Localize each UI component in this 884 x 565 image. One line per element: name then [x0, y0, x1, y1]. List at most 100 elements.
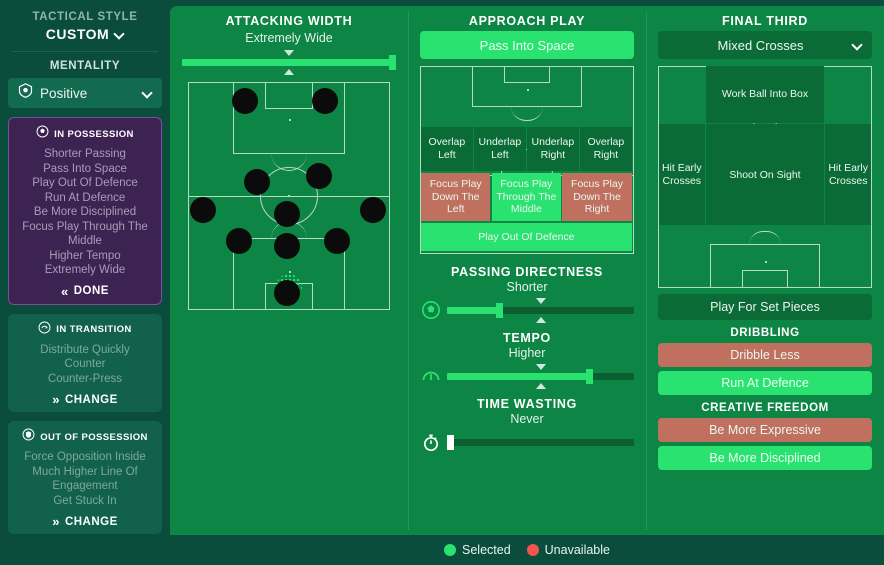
slider-knob[interactable] — [447, 434, 454, 450]
slider-track[interactable] — [447, 297, 634, 323]
slider-track[interactable] — [447, 363, 634, 389]
slider-marker-top — [535, 297, 546, 304]
shield-icon — [18, 83, 33, 103]
slider-fill — [447, 372, 593, 380]
in-transition-change-button[interactable]: » CHANGE — [52, 393, 118, 406]
slider-marker-top — [535, 363, 546, 370]
approach-zone[interactable]: Play Out Of Defence — [421, 223, 632, 252]
slider-title: TIME WASTING — [476, 397, 578, 411]
player-marker[interactable] — [232, 88, 258, 115]
in-possession-done-label: DONE — [73, 285, 109, 297]
slider-track[interactable] — [182, 49, 396, 75]
center-spot — [288, 195, 290, 197]
out-of-possession-header: OUT OF POSSESSION — [22, 428, 148, 446]
slider-control[interactable] — [420, 363, 634, 389]
approach-zone[interactable]: Focus Play Down The Left — [421, 173, 491, 222]
slider-group: TIME WASTING Never — [420, 397, 634, 454]
player-marker[interactable] — [274, 280, 300, 307]
player-marker[interactable] — [360, 196, 386, 223]
approach-zone[interactable]: Focus Play Through The Middle — [491, 173, 562, 222]
ball-icon — [36, 125, 49, 143]
dribbling-title: DRIBBLING — [730, 327, 800, 339]
attacking-width-slider[interactable] — [182, 49, 396, 75]
legend-item-selected: Selected — [444, 543, 511, 557]
play-for-set-pieces-button[interactable]: Play For Set Pieces — [658, 294, 872, 320]
tactics-screen: TACTICAL STYLE CUSTOM MENTALITY Positive… — [0, 0, 884, 565]
list-item: Much Higher Line Of Engagement — [32, 465, 138, 493]
player-marker[interactable] — [226, 228, 252, 255]
approach-zone[interactable]: Underlap Left — [474, 126, 526, 172]
approach-zone[interactable]: Overlap Right — [580, 126, 632, 172]
final-third-zone[interactable]: Shoot On Sight — [705, 124, 825, 226]
in-transition-card: IN TRANSITION Distribute Quickly Counter… — [8, 313, 162, 412]
slider-group: PASSING DIRECTNESS Shorter — [420, 265, 634, 323]
player-marker[interactable] — [274, 201, 300, 228]
mentality-value: Positive — [40, 85, 88, 101]
list-item: Higher Tempo — [49, 249, 121, 262]
attacking-width-title: ATTACKING WIDTH — [225, 14, 353, 28]
player-marker[interactable] — [274, 232, 300, 259]
player-marker[interactable] — [312, 88, 338, 115]
approach-play-panel: APPROACH PLAY Pass Into Space Overlap Le… — [408, 6, 646, 536]
creative-freedom-option[interactable]: Be More Disciplined — [658, 446, 872, 470]
tactical-style-label: TACTICAL STYLE — [32, 11, 138, 23]
six-yard-box-top — [503, 66, 551, 83]
penalty-arc-bottom — [749, 231, 781, 245]
final-third-zone[interactable]: Hit Early Crosses — [825, 124, 871, 226]
chevron-down-icon — [143, 89, 152, 98]
player-marker[interactable] — [190, 196, 216, 223]
slider-track[interactable] — [447, 434, 634, 450]
in-transition-title: IN TRANSITION — [56, 324, 132, 335]
dribbling-options: Dribble Less Run At Defence — [658, 343, 872, 395]
tactical-style-dropdown[interactable]: CUSTOM — [8, 26, 162, 42]
approach-zone[interactable]: Overlap Left — [421, 126, 473, 172]
creative-freedom-option[interactable]: Be More Expressive — [658, 418, 872, 442]
legend-item-unavailable: Unavailable — [526, 543, 610, 557]
approach-zone[interactable]: Focus Play Down The Right — [562, 173, 632, 222]
slider-marker-bottom — [535, 382, 546, 389]
out-of-possession-change-label: CHANGE — [64, 515, 118, 528]
list-item: Shorter Passing — [44, 148, 126, 160]
approach-play-pitch[interactable]: Overlap Left Underlap Left Underlap Right O… — [420, 66, 634, 254]
slider-knob[interactable] — [496, 302, 504, 318]
slider-control[interactable] — [420, 297, 634, 323]
player-marker[interactable] — [244, 169, 270, 196]
final-third-zone[interactable]: Work Ball Into Box — [705, 66, 825, 124]
list-item: Run At Defence — [44, 191, 126, 204]
out-of-possession-change-button[interactable]: » CHANGE — [52, 515, 118, 528]
double-chevron-left-icon: « — [61, 283, 69, 299]
penalty-spot-bottom — [289, 270, 291, 273]
player-marker[interactable] — [306, 162, 332, 189]
slider-control[interactable] — [420, 430, 634, 454]
list-item: Play Out Of Defence — [32, 177, 138, 189]
final-third-zone[interactable]: Hit Early Crosses — [659, 124, 705, 226]
sidebar-divider — [12, 51, 158, 52]
formation-pitch[interactable] — [188, 82, 390, 310]
out-of-possession-card: OUT OF POSSESSION Force Opposition Insid… — [8, 421, 162, 534]
main-content: ATTACKING WIDTH Extremely Wide APPROACH … — [170, 6, 884, 536]
approach-play-selected-button[interactable]: Pass Into Space — [420, 31, 634, 59]
mentality-dropdown[interactable]: Positive — [8, 78, 162, 108]
final-third-pitch[interactable]: Work Ball Into Box Hit Early Crosses Shoot… — [658, 66, 872, 288]
mentality-label: MENTALITY — [49, 60, 121, 72]
legend-bar: Selected Unavailable — [170, 535, 884, 565]
slider-knob[interactable] — [389, 54, 396, 70]
list-item: Get Stuck In — [53, 494, 117, 507]
slider-fill — [447, 306, 504, 314]
approach-zone[interactable]: Underlap Right — [527, 126, 579, 172]
final-third-dropdown[interactable]: Mixed Crosses — [658, 31, 872, 59]
list-item: Force Opposition Inside — [24, 451, 146, 463]
dribbling-option[interactable]: Dribble Less — [658, 343, 872, 367]
slider-knob[interactable] — [585, 368, 593, 384]
slider-marker-bottom — [284, 68, 294, 75]
list-item: Be More Disciplined — [33, 206, 137, 218]
dribbling-option[interactable]: Run At Defence — [658, 371, 872, 395]
in-possession-done-button[interactable]: « DONE — [61, 285, 109, 298]
player-marker[interactable] — [324, 228, 350, 255]
six-yard-box-top — [265, 82, 313, 110]
tactical-style-value: CUSTOM — [45, 26, 110, 42]
legend-dot-selected — [444, 544, 456, 556]
stopwatch-icon — [420, 431, 442, 453]
list-item: Counter-Press — [47, 372, 123, 385]
slider-title: PASSING DIRECTNESS — [451, 265, 603, 279]
